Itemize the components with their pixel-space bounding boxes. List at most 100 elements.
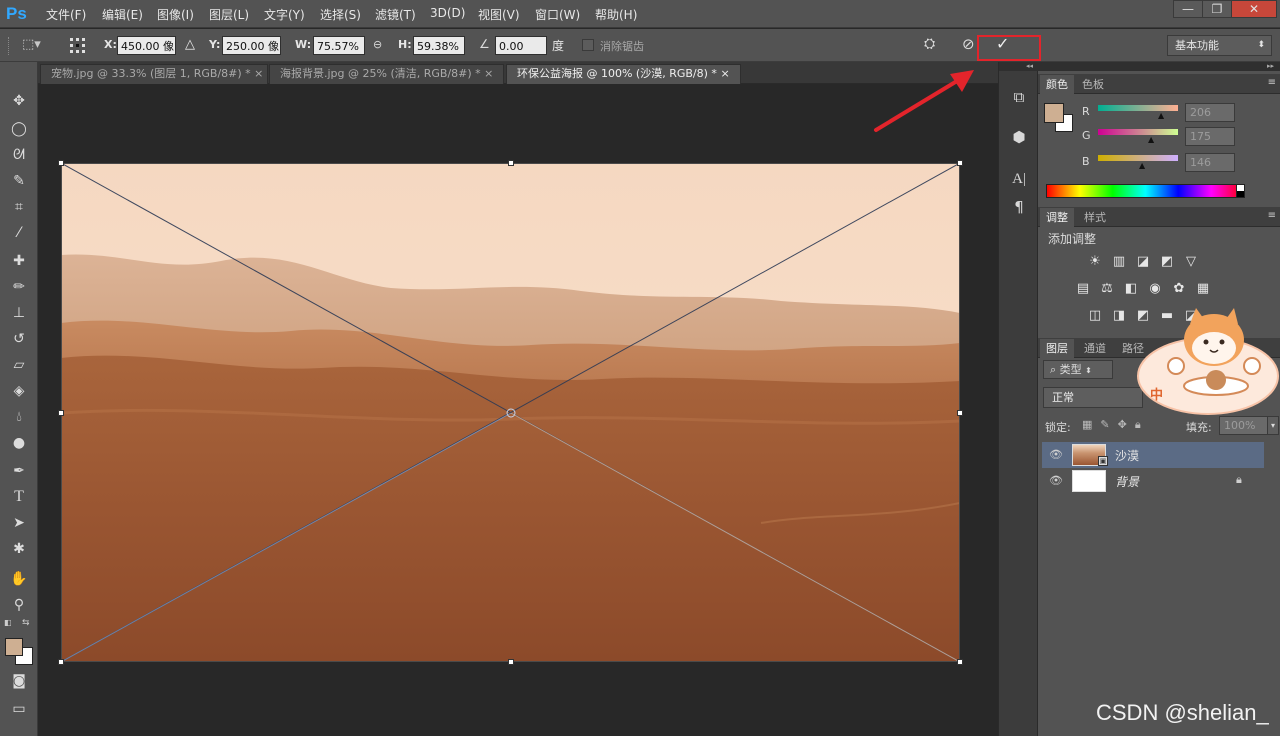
fg-swatch[interactable] [1044,103,1064,123]
menu-image[interactable]: 图像(I) [157,6,194,23]
expand-arrows-icon[interactable]: ▸▸ [1038,62,1280,71]
type-tool-icon[interactable]: T [9,488,29,506]
tab-color[interactable]: 颜色 [1040,75,1074,94]
pen-tool-icon[interactable]: ✒ [9,462,29,480]
collapse-arrows-icon[interactable]: ◂◂ [999,62,1039,71]
transform-handle-top-left[interactable] [58,160,64,166]
blend-mode-select[interactable]: 正常 [1043,387,1143,408]
layer-row-desert[interactable]: 👁︎ ▣ 沙漠 [1042,442,1264,468]
b-slider[interactable] [1098,155,1178,161]
layer-row-background[interactable]: 👁︎ 背景 🔒︎ [1042,468,1264,494]
close-window-button[interactable]: ✕ [1231,0,1277,18]
lasso-tool-icon[interactable]: ᘛ [9,146,29,164]
x-input[interactable]: 450.00 像 [117,36,176,55]
panel-menu-icon[interactable]: ≡ [1268,77,1276,88]
width-input[interactable]: 75.57% [313,36,365,55]
tab-eco-poster[interactable]: 环保公益海报 @ 100% (沙漠, RGB/8) * × [506,64,741,84]
tab-close-icon[interactable]: × [254,67,263,80]
crop-tool-icon[interactable]: ⌗ [9,198,29,216]
brush-tool-icon[interactable]: ✏ [9,278,29,296]
menu-window[interactable]: 窗口(W) [535,6,580,23]
menu-filter[interactable]: 滤镜(T) [375,6,416,23]
hand-tool-icon[interactable]: ✋ [9,570,29,588]
menu-view[interactable]: 视图(V) [478,6,520,23]
3d-panel-icon[interactable]: ⬢ [1007,126,1031,148]
color-balance-icon[interactable]: ⚖ [1098,281,1116,297]
transform-handle-left[interactable] [58,410,64,416]
dodge-tool-icon[interactable]: ● [9,434,29,452]
g-slider-thumb[interactable]: ▲ [1148,135,1154,144]
menu-type[interactable]: 文字(Y) [264,6,305,23]
history-panel-icon[interactable]: ⧉ [1007,86,1031,108]
menu-edit[interactable]: 编辑(E) [102,6,143,23]
levels-icon[interactable]: ▥ [1110,254,1128,270]
panel-menu-icon[interactable]: ≡ [1268,210,1276,221]
transform-handle-bottom-right[interactable] [957,659,963,665]
path-select-icon[interactable]: ➤ [9,514,29,532]
link-icon[interactable]: ⊖ [373,38,387,52]
vibrance-icon[interactable]: ▽ [1182,254,1200,270]
g-slider[interactable] [1098,129,1178,135]
tab-close-icon[interactable]: × [484,67,493,80]
tab-styles[interactable]: 样式 [1078,208,1112,227]
history-brush-icon[interactable]: ↺ [9,330,29,348]
menu-file[interactable]: 文件(F) [46,6,86,23]
move-tool-icon[interactable]: ✥ [9,92,29,110]
workspace-select[interactable]: 基本功能 ⬍ [1167,35,1272,56]
bw-swatch[interactable] [1236,184,1245,198]
stamp-tool-icon[interactable]: ⊥ [9,304,29,322]
reference-point-icon[interactable] [68,36,90,56]
swap-colors-icon[interactable]: ⇆ [22,618,32,628]
tab-channels[interactable]: 通道 [1078,339,1112,358]
brightness-icon[interactable]: ☀ [1086,254,1104,270]
transform-handle-right[interactable] [957,410,963,416]
character-panel-icon[interactable]: A| [1007,168,1031,190]
shape-tool-icon[interactable]: ✱ [9,540,29,558]
r-input[interactable]: 206 [1185,103,1235,122]
b-input[interactable]: 146 [1185,153,1235,172]
transform-handle-bottom[interactable] [508,659,514,665]
transform-handle-top-right[interactable] [957,160,963,166]
r-slider[interactable] [1098,105,1178,111]
rotation-input[interactable]: 0.00 [495,36,547,55]
quick-select-icon[interactable]: ✎ [9,172,29,190]
screen-mode-icon[interactable]: ▭ [9,700,29,718]
relative-position-icon[interactable]: △ [185,37,195,52]
desert-image[interactable] [61,163,960,662]
color-spectrum[interactable] [1046,184,1245,198]
transform-handle-bottom-left[interactable] [58,659,64,665]
color-lookup-icon[interactable]: ▦ [1194,281,1212,297]
restore-button[interactable]: ❐ [1202,0,1232,18]
antialias-checkbox[interactable] [582,39,594,51]
fill-dropdown-icon[interactable]: ▾ [1267,416,1279,435]
eraser-tool-icon[interactable]: ▱ [9,356,29,374]
minimize-button[interactable]: — [1173,0,1203,18]
transform-tool-icon[interactable]: ⬚▾ [22,37,50,55]
zoom-tool-icon[interactable]: ⚲ [9,596,29,614]
menu-select[interactable]: 选择(S) [320,6,361,23]
tab-pet[interactable]: 宠物.jpg @ 33.3% (图层 1, RGB/8#) * × [40,64,268,84]
layer-filter-select[interactable]: ⌕ 类型 ⬍ [1043,360,1113,379]
menu-layer[interactable]: 图层(L) [209,6,249,23]
posterize-icon[interactable]: ◨ [1110,308,1128,324]
photo-filter-icon[interactable]: ◉ [1146,281,1164,297]
marquee-tool-icon[interactable]: ◯ [9,120,29,138]
quick-mask-icon[interactable]: ◙ [9,672,29,690]
paragraph-panel-icon[interactable]: ¶ [1007,196,1031,218]
channel-mixer-icon[interactable]: ✿ [1170,281,1188,297]
black-white-icon[interactable]: ◧ [1122,281,1140,297]
height-input[interactable]: 59.38% [413,36,465,55]
default-colors-icon[interactable]: ◧ [4,618,14,628]
lock-icons[interactable]: ▦✎✥🔒︎ [1082,418,1149,432]
transform-handle-top[interactable] [508,160,514,166]
curves-icon[interactable]: ◪ [1134,254,1152,270]
tab-close-icon[interactable]: × [720,67,729,80]
b-slider-thumb[interactable]: ▲ [1139,161,1145,170]
invert-icon[interactable]: ◫ [1086,308,1104,324]
healing-brush-icon[interactable]: ✚ [9,252,29,270]
hue-sat-icon[interactable]: ▤ [1074,281,1092,297]
y-input[interactable]: 250.00 像 [222,36,281,55]
blur-tool-icon[interactable]: 💧︎ [9,408,29,426]
paint-bucket-icon[interactable]: ◈ [9,382,29,400]
foreground-color-swatch[interactable] [5,638,23,656]
